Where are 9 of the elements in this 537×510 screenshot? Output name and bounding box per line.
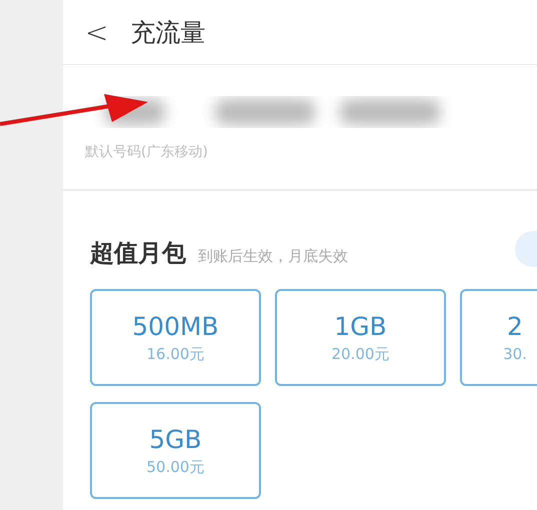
package-card[interactable]: 2 30. — [460, 289, 537, 386]
section-note: 到账后生效，月底失效 — [198, 247, 348, 266]
package-card[interactable]: 1GB 20.00元 — [275, 289, 446, 386]
section-title: 超值月包 — [90, 238, 186, 269]
package-card[interactable]: 5GB 50.00元 — [90, 402, 261, 499]
back-button[interactable]: < — [85, 16, 108, 48]
package-card[interactable]: 500MB 16.00元 — [90, 289, 261, 386]
page-title: 充流量 — [130, 16, 206, 48]
account-label: 默认号码(广东移动) — [85, 143, 209, 161]
